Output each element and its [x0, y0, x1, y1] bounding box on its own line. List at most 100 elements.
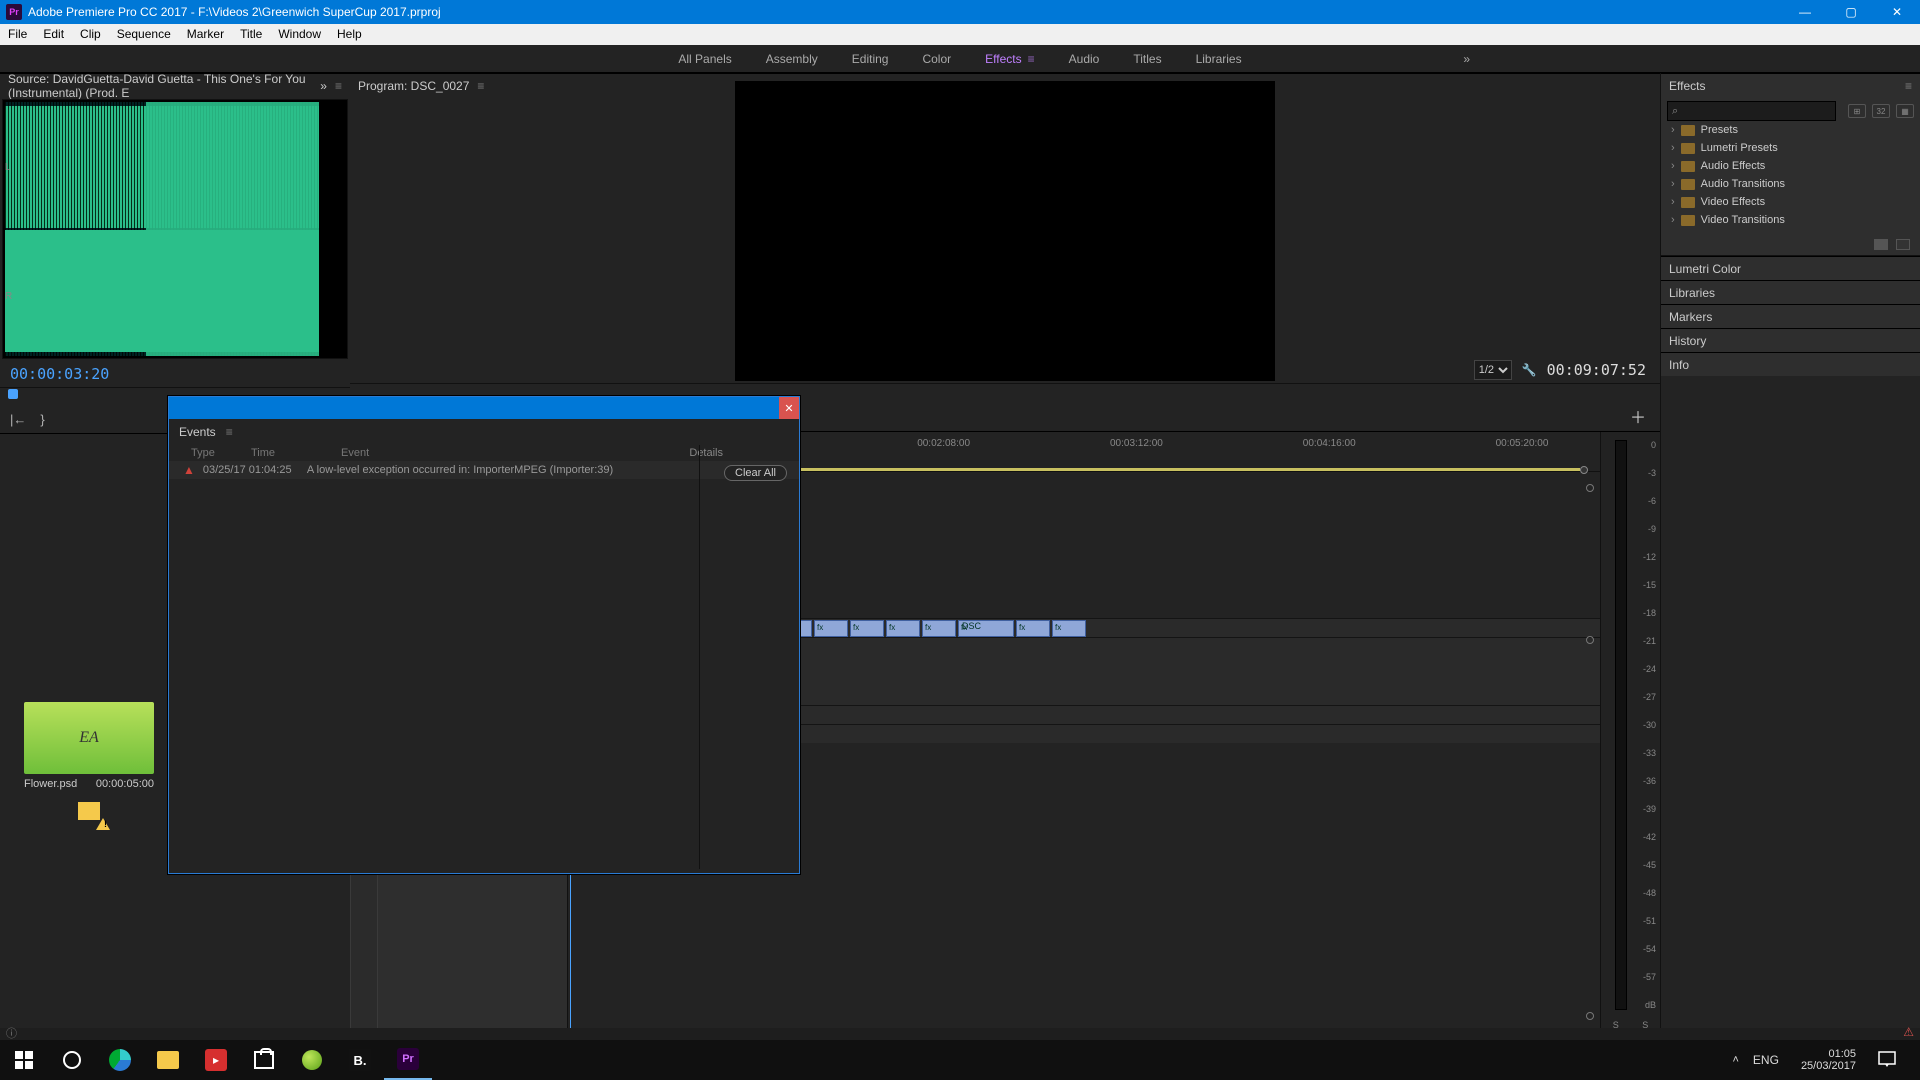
eff-folder-video-effects[interactable]: Video Effects — [1667, 193, 1914, 211]
events-close-button[interactable]: ✕ — [779, 397, 799, 419]
delete-icon[interactable] — [1896, 239, 1910, 250]
source-title-label: Source: DavidGuetta-David Guetta - This … — [8, 72, 312, 100]
minimize-button[interactable]: — — [1782, 0, 1828, 24]
settings-wrench-icon[interactable]: 🔧 — [1522, 363, 1537, 377]
events-col-time[interactable]: Time — [251, 447, 341, 459]
tray-overflow-icon[interactable]: ˄ — [1732, 1054, 1738, 1066]
menu-window[interactable]: Window — [270, 24, 329, 45]
program-timecode[interactable]: 00:09:07:52 — [1547, 361, 1646, 379]
yuv-badge-icon[interactable]: ▦ — [1896, 104, 1914, 118]
taskbar-app-red[interactable]: ▸ — [192, 1040, 240, 1080]
events-header-row: Type Time Event Details — [169, 445, 799, 461]
program-panel-menu-icon[interactable]: ≡ — [477, 79, 484, 93]
menu-clip[interactable]: Clip — [72, 24, 109, 45]
tl-v-scroll-bottom[interactable] — [1586, 1012, 1594, 1020]
ws-overflow-button[interactable]: » — [1463, 52, 1470, 66]
taskbar-app-green[interactable] — [288, 1040, 336, 1080]
clip-v-6[interactable]: fx — [814, 620, 848, 637]
clip-v-11[interactable]: fx — [1016, 620, 1050, 637]
history-panel-title[interactable]: History — [1661, 328, 1920, 352]
effects-panel-title[interactable]: Effects ≡ — [1661, 73, 1920, 97]
clip-v-10[interactable]: fxDSC — [958, 620, 1014, 637]
start-button[interactable] — [0, 1040, 48, 1080]
close-button[interactable]: ✕ — [1874, 0, 1920, 24]
button-editor-icon[interactable]: ＋ — [1630, 404, 1646, 428]
work-area-end-handle[interactable] — [1580, 466, 1588, 474]
menu-marker[interactable]: Marker — [179, 24, 232, 45]
taskbar-app-b[interactable]: B. — [336, 1040, 384, 1080]
ws-libraries[interactable]: Libraries — [1196, 52, 1242, 66]
ws-color[interactable]: Color — [922, 52, 951, 66]
eff-folder-audio-transitions[interactable]: Audio Transitions — [1667, 175, 1914, 193]
source-timecode[interactable]: 00:00:03:20 — [10, 365, 109, 383]
events-splitter[interactable] — [699, 445, 700, 869]
tl-v-scroll-top[interactable] — [1586, 484, 1594, 492]
events-row-1[interactable]: ▲ 03/25/17 01:04:25 A low-level exceptio… — [169, 461, 799, 479]
status-warning-icon[interactable]: ⚠ — [1903, 1025, 1914, 1039]
events-window[interactable]: ✕ Events ≡ Type Time Event Details ▲ 03/… — [168, 396, 800, 874]
src-mark-out-icon[interactable]: } — [40, 412, 44, 427]
source-playhead-icon[interactable] — [8, 389, 18, 399]
bin-item-flower[interactable]: EA Flower.psd 00:00:05:00 — [24, 702, 154, 790]
program-zoom-select[interactable]: 1/2 — [1474, 360, 1512, 380]
new-bin-icon[interactable] — [1874, 239, 1888, 250]
src-mark-in-icon[interactable]: |← — [10, 412, 26, 427]
accel-badge-icon[interactable]: ⊞ — [1848, 104, 1866, 118]
eff-folder-presets[interactable]: Presets — [1667, 121, 1914, 139]
events-tab[interactable]: Events — [179, 425, 216, 439]
events-panel-menu-icon[interactable]: ≡ — [226, 425, 233, 439]
taskbar-premiere[interactable]: Pr — [384, 1040, 432, 1080]
menu-edit[interactable]: Edit — [35, 24, 72, 45]
effects-search[interactable]: ⌕ — [1667, 101, 1836, 121]
events-clear-all-button[interactable]: Clear All — [724, 465, 787, 481]
eff-folder-audio-effects[interactable]: Audio Effects — [1667, 157, 1914, 175]
cortana-button[interactable] — [48, 1040, 96, 1080]
bin-item-duration: 00:00:05:00 — [96, 778, 154, 790]
ws-titles[interactable]: Titles — [1133, 52, 1161, 66]
ws-effects[interactable]: Effects≡ — [985, 52, 1034, 66]
effects-search-input[interactable] — [1684, 105, 1831, 117]
ws-audio[interactable]: Audio — [1069, 52, 1100, 66]
maximize-button[interactable]: ▢ — [1828, 0, 1874, 24]
menu-help[interactable]: Help — [329, 24, 370, 45]
clip-v-8[interactable]: fx — [886, 620, 920, 637]
source-panel-title[interactable]: Source: DavidGuetta-David Guetta - This … — [0, 73, 350, 97]
tl-v-scroll-split[interactable] — [1586, 636, 1594, 644]
markers-panel-title[interactable]: Markers — [1661, 304, 1920, 328]
info-panel-title[interactable]: Info — [1661, 352, 1920, 376]
events-col-type[interactable]: Type — [191, 447, 251, 459]
lumetri-panel-title[interactable]: Lumetri Color — [1661, 256, 1920, 280]
tray-notifications-icon[interactable] — [1878, 1051, 1896, 1070]
events-titlebar[interactable]: ✕ — [169, 397, 799, 419]
status-info-icon[interactable]: ⓘ — [6, 1025, 17, 1041]
ws-effects-menu-icon[interactable]: ≡ — [1028, 52, 1035, 66]
clip-v-7[interactable]: fx — [850, 620, 884, 637]
clip-v-9[interactable]: fx — [922, 620, 956, 637]
events-col-details[interactable]: Details — [689, 447, 723, 459]
menu-file[interactable]: File — [0, 24, 35, 45]
menu-sequence[interactable]: Sequence — [109, 24, 179, 45]
bin-item-missing[interactable]: ! — [78, 802, 106, 826]
ws-editing[interactable]: Editing — [852, 52, 889, 66]
source-panel-menu-icon[interactable]: ≡ — [335, 79, 342, 93]
red-app-icon: ▸ — [205, 1049, 227, 1071]
tray-clock[interactable]: 01:05 25/03/2017 — [1793, 1048, 1864, 1072]
clip-v-12[interactable]: fx — [1052, 620, 1086, 637]
show-desktop-button[interactable] — [1910, 1040, 1916, 1080]
taskbar-edge[interactable] — [96, 1040, 144, 1080]
taskbar-explorer[interactable] — [144, 1040, 192, 1080]
32bit-badge-icon[interactable]: 32 — [1872, 104, 1890, 118]
menu-title[interactable]: Title — [232, 24, 270, 45]
ws-assembly[interactable]: Assembly — [766, 52, 818, 66]
source-overflow-icon[interactable]: » — [320, 79, 327, 93]
eff-folder-lumetri-presets[interactable]: Lumetri Presets — [1667, 139, 1914, 157]
ws-all-panels[interactable]: All Panels — [678, 52, 731, 66]
tray-lang[interactable]: ENG — [1753, 1053, 1779, 1067]
folder-icon — [157, 1051, 179, 1069]
source-monitor[interactable]: L R — [2, 99, 348, 359]
libraries-panel-title[interactable]: Libraries — [1661, 280, 1920, 304]
program-monitor[interactable] — [350, 97, 1660, 357]
effects-panel-menu-icon[interactable]: ≡ — [1905, 79, 1912, 93]
taskbar-store[interactable] — [240, 1040, 288, 1080]
eff-folder-video-transitions[interactable]: Video Transitions — [1667, 211, 1914, 229]
